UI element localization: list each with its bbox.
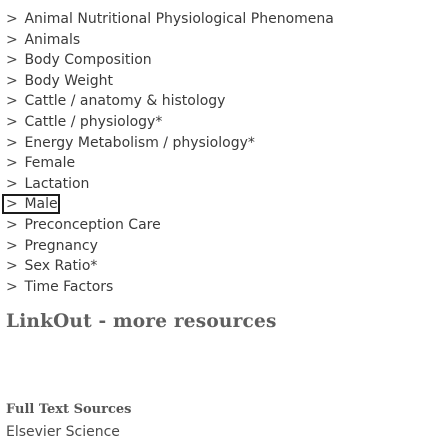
chevron-right-icon: > [6,31,18,48]
chevron-right-icon: > [6,196,18,213]
full-text-sources-label: Full Text Sources [6,402,132,417]
mesh-term-label[interactable]: Male [24,196,57,212]
chevron-right-icon: > [6,113,18,130]
mesh-term-item[interactable]: > Energy Metabolism / physiology* [0,133,334,154]
mesh-term-item[interactable]: > Lactation [0,174,334,195]
mesh-term-item[interactable]: > Sex Ratio* [0,256,334,277]
provider-link-elsevier[interactable]: Elsevier Science [6,424,120,440]
mesh-term-label[interactable]: Pregnancy [24,238,97,254]
mesh-term-label[interactable]: Lactation [24,176,89,192]
mesh-term-label[interactable]: Cattle / anatomy & histology [24,93,225,109]
chevron-right-icon: > [6,72,18,89]
mesh-term-item[interactable]: > Animal Nutritional Physiological Pheno… [0,9,334,30]
chevron-right-icon: > [6,175,18,192]
chevron-right-icon: > [6,216,18,233]
chevron-right-icon: > [6,155,18,172]
mesh-terms-list: > Animal Nutritional Physiological Pheno… [0,9,334,297]
chevron-right-icon: > [6,258,18,275]
mesh-term-item[interactable]: > Female [0,153,334,174]
mesh-term-label[interactable]: Cattle / physiology* [24,114,162,130]
chevron-right-icon: > [6,11,18,27]
mesh-term-label[interactable]: Time Factors [24,279,113,295]
mesh-term-item[interactable]: > Body Weight [0,71,334,92]
mesh-term-label[interactable]: Animal Nutritional Physiological Phenome… [24,11,333,27]
chevron-right-icon: > [6,52,18,69]
chevron-right-icon: > [6,278,18,295]
mesh-term-item[interactable]: > Cattle / physiology* [0,112,334,133]
mesh-term-label[interactable]: Preconception Care [24,217,160,233]
mesh-term-item[interactable]: > Cattle / anatomy & histology [0,91,334,112]
mesh-term-label[interactable]: Body Composition [24,52,151,68]
mesh-term-label[interactable]: Body Weight [24,73,113,89]
linkout-heading: LinkOut - more resources [6,311,277,332]
mesh-term-item[interactable]: > Pregnancy [0,236,334,257]
mesh-term-item[interactable]: > Time Factors [0,277,334,298]
mesh-term-label[interactable]: Energy Metabolism / physiology* [24,135,254,151]
mesh-term-label[interactable]: Female [24,155,75,171]
mesh-term-item[interactable]: > Preconception Care [0,215,334,236]
mesh-term-label[interactable]: Sex Ratio* [24,258,97,274]
chevron-right-icon: > [6,93,18,110]
chevron-right-icon: > [6,134,18,151]
mesh-term-item[interactable]: > Animals [0,30,334,51]
chevron-right-icon: > [6,237,18,254]
mesh-term-item[interactable]: > Body Composition [0,50,334,71]
mesh-term-item-selected[interactable]: > Male [0,194,334,215]
mesh-term-label[interactable]: Animals [24,32,80,48]
